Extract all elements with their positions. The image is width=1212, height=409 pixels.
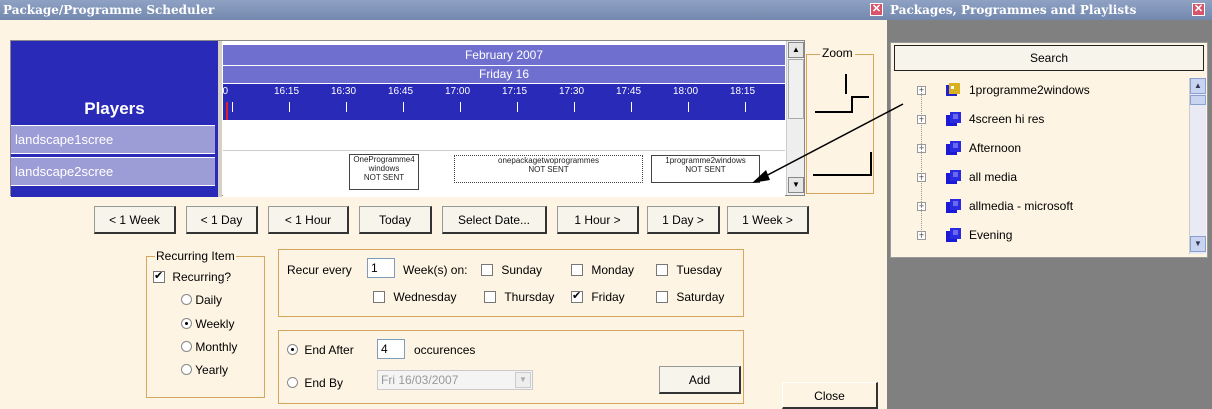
drag-arrow-icon (752, 103, 904, 183)
